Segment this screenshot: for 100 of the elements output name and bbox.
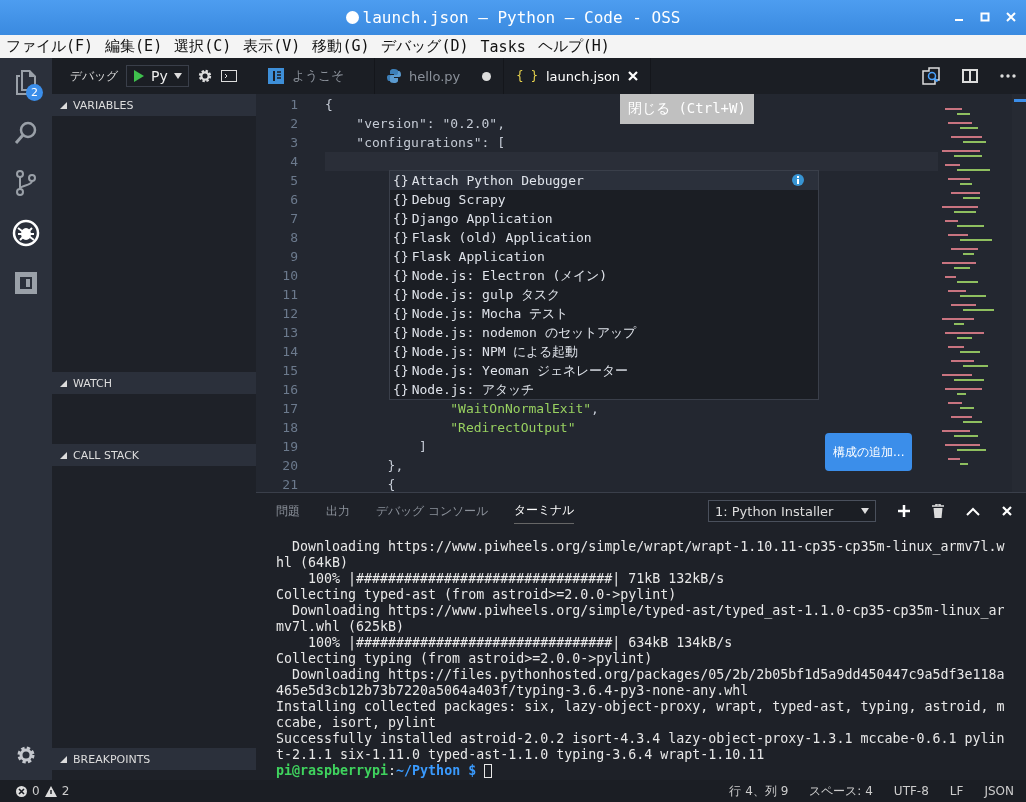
terminal-line: Installing collected packages: six, lazy-object-proxy, wrapt, typed-ast, typing, astroid, m [276,699,1006,715]
line-number: 20 [281,458,299,473]
status-item[interactable]: UTF-8 [893,784,929,798]
menu-item[interactable]: 編集(E) [105,37,163,56]
panel-tab[interactable]: デバッグ コンソール [376,498,488,524]
menu-item[interactable]: デバッグ(D) [381,37,469,56]
suggestion-item[interactable]: {} Node.js: Yeoman ジェネレーター [390,361,818,380]
document-icon [268,68,284,84]
terminal-line: Collecting typing (from astroid>=2.0.0->pylint) [276,651,654,667]
menu-item[interactable]: ファイル(F) [6,37,94,56]
section-header[interactable]: BREAKPOINTS [52,748,256,770]
line-number: 2 [289,116,299,131]
chevron-up-icon[interactable] [966,506,980,516]
menu-item[interactable]: Tasks [480,37,526,56]
search-icon[interactable] [13,120,39,146]
trash-icon[interactable] [932,504,944,518]
branch-icon[interactable] [14,169,38,197]
suggestion-item[interactable]: {} Flask (old) Application [390,228,818,247]
terminal-line: 465e5d3cb12b73b7220a5064a403f/typing-3.6.4-py3-none-any.whl [276,683,750,699]
console-icon[interactable] [220,70,237,82]
code-line: { [325,97,333,112]
bug-icon[interactable] [12,219,40,247]
code-line: "WaitOnNormalExit", [449,401,599,416]
section-header[interactable]: CALL STACK [52,444,256,466]
terminal-select[interactable]: 1: Python Installer [708,500,876,522]
terminal-line: hl (64kB) [276,555,350,571]
panel-tab[interactable]: 問題 [276,498,300,524]
window-title: launch.json — Python — Code - OSS [362,8,681,27]
info-icon[interactable] [792,174,804,186]
suggestion-item[interactable]: {} Node.js: nodemon のセットアップ [390,323,818,342]
code-line: "version": "0.2.0", [355,116,505,131]
panel-tab[interactable]: ターミナル [513,498,574,524]
suggestion-item[interactable]: {} Node.js: gulp タスク [390,285,818,304]
line-number: 10 [281,268,299,283]
close-icon[interactable] [628,71,639,81]
caret-icon [173,73,182,79]
settings-icon[interactable] [196,68,213,84]
terminal-line: Downloading https://www.piwheels.org/simple/typed-ast/typed_ast-1.1.0-cp35-cp35m-linux_ar [291,603,1006,619]
line-number: 11 [281,287,299,302]
suggestion-item[interactable]: {} Node.js: NPM による起動 [390,342,818,361]
line-number: 9 [289,249,299,264]
play-icon[interactable] [133,69,145,83]
terminal-line: t-2.1.1 six-1.11.0 typed-ast-1.1.0 typing-3.6.4 wrapt-1.10.11 [276,747,766,763]
menu-item[interactable]: ヘルプ(H) [537,37,610,56]
error-icon[interactable] [16,785,27,797]
status-item[interactable]: スペース: 4 [809,782,873,800]
menu-item[interactable]: 選択(C) [174,37,232,56]
line-number: 19 [281,439,299,454]
code-line: { [386,477,396,492]
maximize-icon[interactable] [980,12,990,22]
terminal-line: ccabe, isort, pylint [276,715,438,731]
line-number: 12 [281,306,299,321]
menu-item[interactable]: 表示(V) [243,37,301,56]
braces-icon: { } [516,69,538,83]
close-icon[interactable] [1002,506,1012,516]
terminal-line: mv7l.whl (625kB) [276,619,406,635]
warning-icon[interactable] [44,785,57,797]
section-header[interactable]: WATCH [52,372,256,394]
suggestion-item[interactable]: {} Node.js: Electron (メイン) [390,266,818,285]
expand-triangle-icon [60,379,67,387]
prompt-path: ~/Python $ [396,763,477,779]
line-number: 15 [281,363,299,378]
settings-icon[interactable] [15,744,37,766]
open-changes-icon[interactable] [922,67,940,85]
python-icon [387,69,401,83]
suggestion-item[interactable]: {} Node.js: Mocha テスト [390,304,818,323]
plus-icon[interactable] [898,505,910,517]
error-count[interactable]: 0 [32,784,40,798]
section-header[interactable]: VARIABLES [52,94,256,116]
warning-count[interactable]: 2 [61,784,70,798]
status-item[interactable]: JSON [984,784,1014,798]
suggestion-item[interactable]: {} Flask Application [390,247,818,266]
split-editor-icon[interactable] [962,69,978,83]
line-number: 6 [289,192,299,207]
count-badge: 2 [26,84,43,101]
suggestion-item[interactable]: {} Node.js: アタッチ [390,380,818,399]
line-number: 18 [281,420,299,435]
suggestion-item[interactable]: {} Attach Python Debugger [390,171,818,190]
expand-triangle-icon [60,101,67,109]
line-number: 1 [289,97,299,112]
extensions-icon[interactable] [13,270,39,296]
panel-tab[interactable]: 出力 [326,498,350,524]
code-line: }, [386,458,404,473]
suggestion-item[interactable]: {} Django Application [390,209,818,228]
debug-label: デバッグ [70,67,118,85]
status-item[interactable]: 行 4、列 9 [729,782,789,800]
line-number: 17 [281,401,299,416]
debug-configuration-select[interactable]: Py [126,65,189,87]
terminal-line: Collecting typed-ast (from astroid>=2.0.0->pylint) [276,587,678,603]
menu-item[interactable]: 移動(G) [312,37,370,56]
prompt-user: pi@raspberrypi [276,763,389,779]
suggestion-item[interactable]: {} Debug Scrapy [390,190,818,209]
line-number: 13 [281,325,299,340]
code-line: "configurations": [ [355,135,505,150]
line-number: 14 [281,344,299,359]
status-item[interactable]: LF [949,784,964,798]
terminal-line: 100% |################################| 634kB 134kB/s [307,635,734,651]
line-number: 8 [289,230,299,245]
more-icon[interactable] [1000,74,1016,78]
expand-triangle-icon [60,755,67,763]
